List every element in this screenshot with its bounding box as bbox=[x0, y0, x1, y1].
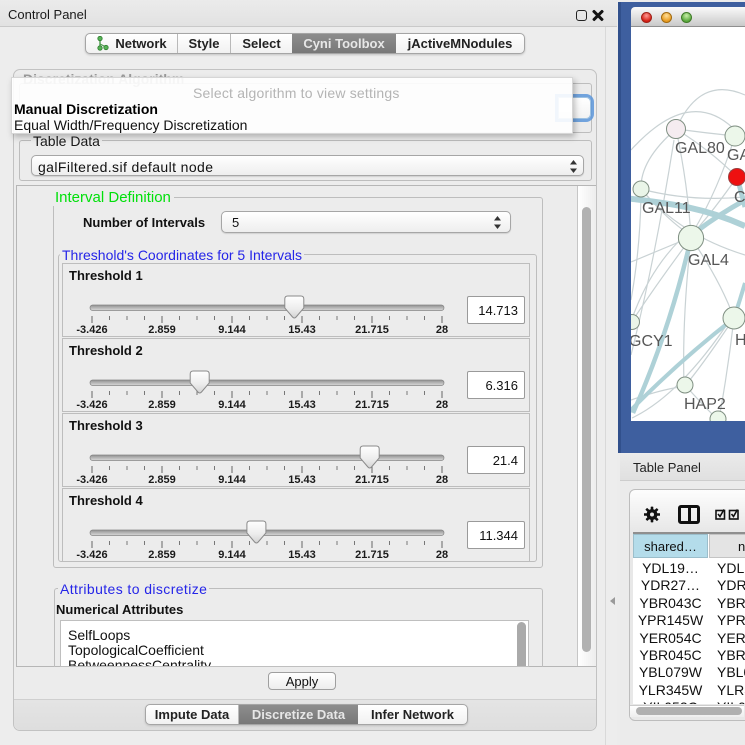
svg-text:15.43: 15.43 bbox=[288, 549, 316, 561]
svg-text:9.144: 9.144 bbox=[218, 549, 246, 561]
svg-text:28: 28 bbox=[436, 549, 448, 561]
svg-text:HAP2: HAP2 bbox=[684, 396, 726, 413]
svg-text:2.859: 2.859 bbox=[148, 474, 176, 486]
svg-text:HI: HI bbox=[735, 332, 745, 349]
svg-text:9.144: 9.144 bbox=[218, 474, 246, 486]
svg-text:GAL11: GAL11 bbox=[642, 200, 691, 217]
svg-text:15.43: 15.43 bbox=[288, 399, 316, 411]
svg-text:9.144: 9.144 bbox=[218, 324, 246, 336]
svg-text:2.859: 2.859 bbox=[148, 399, 176, 411]
svg-text:GAL80: GAL80 bbox=[675, 140, 725, 157]
svg-text:21.715: 21.715 bbox=[355, 324, 389, 336]
svg-text:15.43: 15.43 bbox=[288, 474, 316, 486]
svg-text:2.859: 2.859 bbox=[148, 549, 176, 561]
svg-text:21.715: 21.715 bbox=[355, 399, 389, 411]
svg-text:28: 28 bbox=[436, 324, 448, 336]
svg-text:-3.426: -3.426 bbox=[76, 549, 107, 561]
svg-text:2.859: 2.859 bbox=[148, 324, 176, 336]
svg-text:-3.426: -3.426 bbox=[76, 324, 107, 336]
svg-text:GAL4: GAL4 bbox=[688, 252, 729, 269]
svg-text:9.144: 9.144 bbox=[218, 399, 246, 411]
svg-text:28: 28 bbox=[436, 399, 448, 411]
svg-text:-3.426: -3.426 bbox=[76, 474, 107, 486]
svg-text:GCY1: GCY1 bbox=[631, 333, 673, 350]
svg-text:21.715: 21.715 bbox=[355, 474, 389, 486]
svg-text:15.43: 15.43 bbox=[288, 324, 316, 336]
svg-text:21.715: 21.715 bbox=[355, 549, 389, 561]
svg-text:CY: CY bbox=[734, 189, 745, 206]
svg-text:GAL: GAL bbox=[727, 147, 745, 164]
svg-text:28: 28 bbox=[436, 474, 448, 486]
svg-text:-3.426: -3.426 bbox=[76, 399, 107, 411]
